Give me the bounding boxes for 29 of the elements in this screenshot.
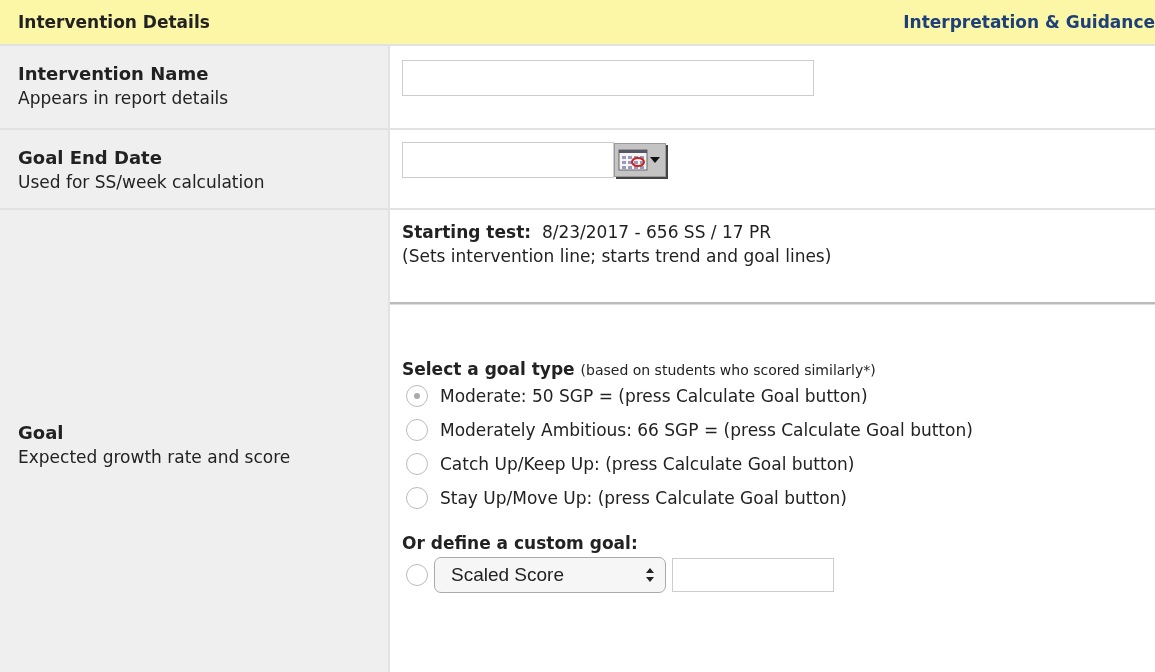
radio-button[interactable] xyxy=(406,453,428,475)
custom-goal-heading: Or define a custom goal: xyxy=(402,533,639,553)
calendar-icon xyxy=(618,149,648,171)
date-field[interactable] xyxy=(402,142,614,178)
field-hint: Appears in report details xyxy=(18,87,230,110)
goal-type-select[interactable]: Scaled Score xyxy=(434,557,666,593)
goal-type-heading: Select a goal type (based on students who scored similarly*) xyxy=(402,359,877,379)
option-label: Moderately Ambitious: 66 SGP = (press Calculate Goal button) xyxy=(440,420,973,440)
custom-goal-field[interactable] xyxy=(672,558,834,592)
option-label: Moderate: 50 SGP = (press Calculate Goal button) xyxy=(440,386,868,406)
caret-icon xyxy=(650,157,660,163)
starting-test-note: (Sets intervention line; starts trend and goal lines) xyxy=(402,245,833,268)
option-label: Stay Up/Move Up: (press Calculate Goal button) xyxy=(440,488,847,508)
radio-button[interactable] xyxy=(406,385,428,407)
radio-button[interactable] xyxy=(406,487,428,509)
name-field[interactable] xyxy=(402,60,814,96)
guidance-link[interactable]: Interpretation & Guidance xyxy=(903,12,1155,32)
calendar-button[interactable] xyxy=(614,143,666,177)
field-hint: Expected growth rate and score xyxy=(18,446,292,469)
section-title: Intervention Details xyxy=(18,12,210,32)
option-label: Catch Up/Keep Up: (press Calculate Goal button) xyxy=(440,454,855,474)
field-label: Goal xyxy=(18,421,65,445)
field-label: Intervention Name xyxy=(18,62,210,86)
radio-button[interactable] xyxy=(406,419,428,441)
field-hint: Used for SS/week calculation xyxy=(18,171,266,194)
radio-button[interactable] xyxy=(406,564,428,586)
field-label: Goal End Date xyxy=(18,146,163,170)
updown-icon xyxy=(645,567,655,583)
starting-test-text: Starting test: 8/23/2017 - 656 SS / 17 PR xyxy=(402,221,773,244)
